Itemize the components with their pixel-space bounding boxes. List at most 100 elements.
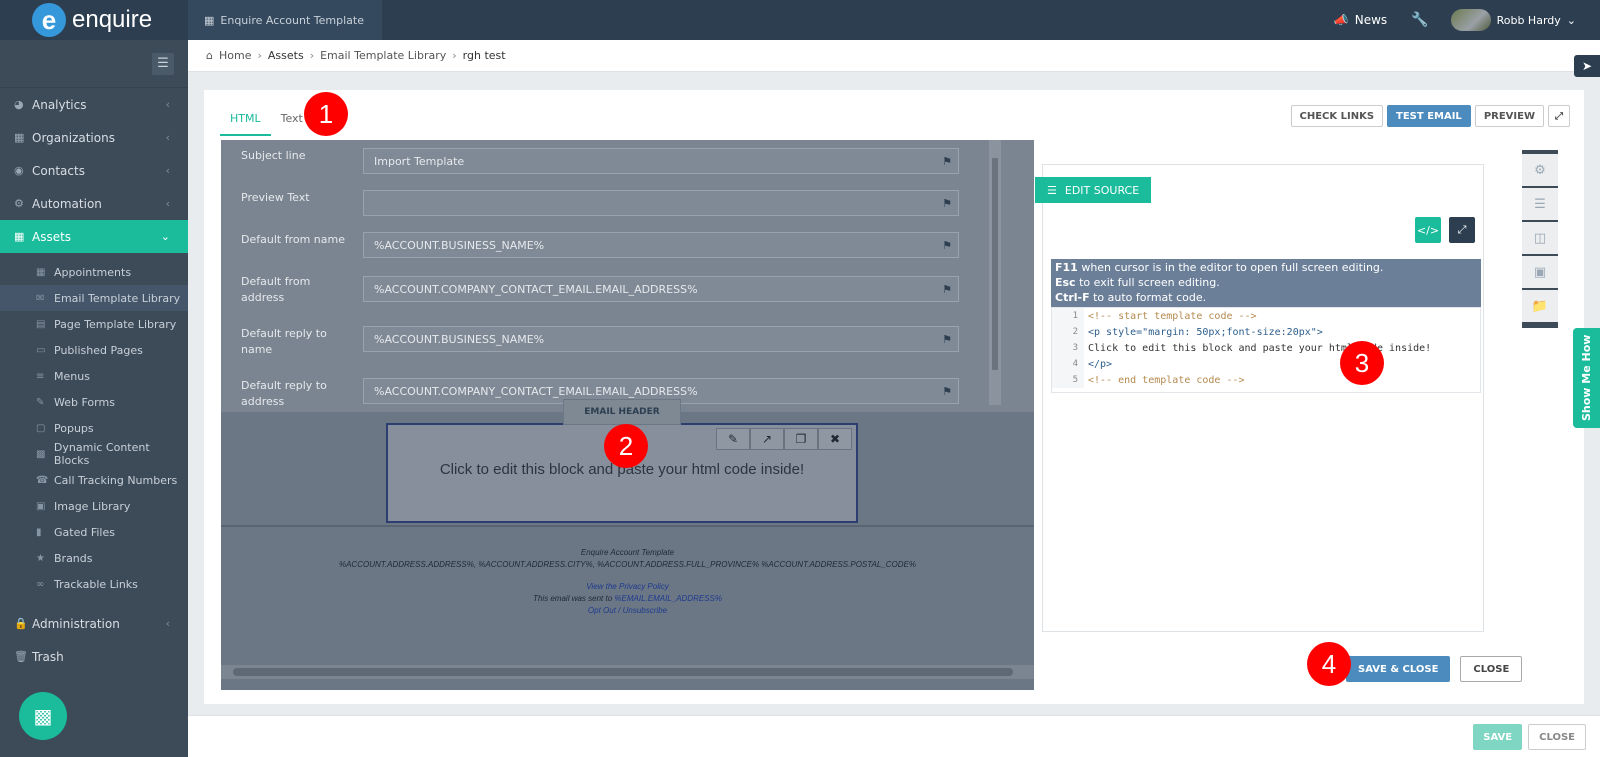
line-number: 1 [1052, 308, 1084, 324]
sidebar-subitem-menus[interactable]: ≡ Menus [0, 363, 188, 389]
sidebar-subitem-web-forms[interactable]: ✎ Web Forms [0, 389, 188, 415]
breadcrumb-home[interactable]: Home [219, 49, 251, 62]
tag-icon[interactable]: ⚑ [942, 283, 952, 296]
code-line: 4 </p> [1052, 356, 1480, 372]
opt-out-link[interactable]: Opt Out / Unsubscribe [221, 605, 1034, 617]
sidebar-subitem-image-library[interactable]: ▣ Image Library [0, 493, 188, 519]
close-button[interactable]: CLOSE [1528, 724, 1586, 750]
envelope-icon: ✉ [36, 292, 45, 304]
email-settings-form: Subject line Import Template ⚑ Preview Te… [221, 140, 1034, 412]
from-address-input[interactable]: %ACCOUNT.COMPANY_CONTACT_EMAIL.EMAIL_ADD… [363, 276, 959, 302]
breadcrumb-email-template-library[interactable]: Email Template Library [320, 49, 446, 62]
sidebar-subitem-published-pages[interactable]: ▭ Published Pages [0, 337, 188, 363]
from-name-input[interactable]: %ACCOUNT.BUSINESS_NAME% ⚑ [363, 232, 959, 258]
sidebar-subitem-label: Dynamic Content Blocks [53, 441, 150, 467]
privacy-policy-link[interactable]: View the Privacy Policy [221, 581, 1034, 593]
expand-icon[interactable]: ⤢ [1548, 105, 1570, 127]
sidebar-subitem-dynamic-content-blocks[interactable]: ▩ Dynamic Content Blocks [0, 441, 188, 467]
logo-text: enquire [72, 6, 153, 33]
hint-text: to exit full screen editing. [1075, 276, 1220, 289]
sliders-icon[interactable]: ☰ [1522, 188, 1558, 222]
sidebar-item-label: Contacts [32, 163, 85, 178]
close-editor-button[interactable]: CLOSE [1460, 656, 1523, 682]
breadcrumb-assets[interactable]: Assets [268, 49, 304, 62]
folder-icon[interactable]: 📁 [1522, 290, 1558, 324]
scrollbar-thumb[interactable] [233, 668, 1013, 676]
sidebar-subitem-call-tracking-numbers[interactable]: ☎ Call Tracking Numbers [0, 467, 188, 493]
blocks-icon: ▩ [36, 448, 46, 460]
show-me-how-button[interactable]: Show Me How [1573, 328, 1600, 428]
preview-button[interactable]: PREVIEW [1474, 105, 1544, 127]
logo[interactable]: e enquire [0, 0, 188, 40]
annotation-marker-4: 4 [1307, 642, 1351, 686]
tag-icon[interactable]: ⚑ [942, 385, 952, 398]
sidebar-item-organizations[interactable]: ▦ Organizations ‹ [0, 121, 188, 154]
breadcrumb-separator: › [452, 49, 457, 62]
code-line: 2 <p style="margin: 50px;font-size:20px"> [1052, 324, 1480, 340]
save-button[interactable]: SAVE [1473, 724, 1523, 750]
canvas-horizontal-scrollbar[interactable] [221, 665, 1034, 679]
code-text: </p> [1088, 358, 1113, 370]
star-icon: ★ [36, 552, 45, 564]
annotation-marker-1: 1 [304, 92, 348, 136]
pencil-icon[interactable]: ✎ [716, 428, 750, 450]
breadcrumb-separator: › [257, 49, 262, 62]
sidebar-item-trash[interactable]: 🗑 Trash [0, 640, 188, 673]
sidebar-subitem-label: Published Pages [54, 343, 143, 357]
sidebar-subitem-label: Page Template Library [54, 317, 177, 331]
sidebar-subitem-page-template-library[interactable]: ▤ Page Template Library [0, 311, 188, 337]
from-name-value: %ACCOUNT.BUSINESS_NAME% [374, 238, 545, 252]
collapse-panel-icon[interactable]: ➤ [1574, 55, 1600, 77]
tag-icon[interactable]: ⚑ [942, 333, 952, 346]
preview-text-input[interactable]: ⚑ [363, 190, 959, 216]
subject-line-input[interactable]: Import Template ⚑ [363, 148, 959, 174]
form-scrollbar[interactable] [989, 140, 1001, 405]
close-icon[interactable]: ✖ [818, 428, 852, 450]
edit-source-label: EDIT SOURCE [1064, 183, 1140, 197]
gear-icon[interactable]: ⚙ [1522, 154, 1558, 188]
news-link[interactable]: 📣 News [1334, 13, 1387, 27]
reply-to-name-input[interactable]: %ACCOUNT.BUSINESS_NAME% ⚑ [363, 326, 959, 352]
sidebar-item-label: Assets [32, 229, 72, 244]
from-address-label: Default from address [241, 275, 311, 304]
code-editor[interactable]: 1 <!-- start template code --> 2 <p style=… [1051, 307, 1481, 393]
sidebar-item-analytics[interactable]: ◕ Analytics ‹ [0, 88, 188, 121]
users-icon: ◉ [14, 164, 24, 177]
tag-icon[interactable]: ⚑ [942, 239, 952, 252]
external-link-icon[interactable]: ↗ [750, 428, 784, 450]
sliders-icon: ☰ [1047, 183, 1057, 197]
chat-bubble-icon[interactable]: ▩ [19, 692, 67, 740]
save-and-close-button[interactable]: SAVE & CLOSE [1346, 656, 1451, 682]
scrollbar-thumb[interactable] [992, 158, 998, 370]
editor-hints: F11 when cursor is in the editor to open… [1051, 259, 1481, 307]
copy-icon[interactable]: ❐ [784, 428, 818, 450]
sidebar-subitem-brands[interactable]: ★ Brands [0, 545, 188, 571]
sidebar-subitem-popups[interactable]: ▢ Popups [0, 415, 188, 441]
sidebar-subitem-trackable-links[interactable]: ∞ Trackable Links [0, 571, 188, 597]
test-email-button[interactable]: TEST EMAIL [1387, 105, 1471, 127]
sidebar-subitem-gated-files[interactable]: ▮ Gated Files [0, 519, 188, 545]
email-footer: Enquire Account Template %ACCOUNT.ADDRES… [221, 525, 1034, 635]
sidebar-subitem-appointments[interactable]: ▦ Appointments [0, 259, 188, 285]
sidebar-item-administration[interactable]: 🔒 Administration ‹ [0, 607, 188, 640]
code-view-icon[interactable]: </> [1415, 217, 1441, 243]
preview-text-label: Preview Text [241, 191, 310, 204]
user-menu[interactable]: Robb Hardy ⌄ [1450, 9, 1576, 31]
sidebar-item-contacts[interactable]: ◉ Contacts ‹ [0, 154, 188, 187]
wrench-icon[interactable]: 🔧 [1411, 12, 1428, 28]
sidebar-item-assets[interactable]: ▦ Assets ⌄ [0, 220, 188, 253]
tag-icon[interactable]: ⚑ [942, 155, 952, 168]
account-switcher[interactable]: ▦ Enquire Account Template [188, 0, 382, 40]
footer-sent-to: This email was sent to %EMAIL.EMAIL_ADDR… [221, 593, 1034, 605]
fullscreen-icon[interactable]: ⤢ [1449, 217, 1475, 243]
check-links-button[interactable]: CHECK LINKS [1290, 105, 1384, 127]
tab-html[interactable]: HTML [220, 104, 271, 136]
desktop-icon: ▭ [36, 344, 46, 356]
image-icon[interactable]: ▣ [1522, 256, 1558, 290]
hint-text: to auto format code. [1089, 291, 1207, 304]
sidebar-item-automation[interactable]: ⚙ Automation ‹ [0, 187, 188, 220]
menu-toggle-icon[interactable]: ☰ [152, 52, 174, 75]
sidebar-subitem-email-template-library[interactable]: ✉ Email Template Library [0, 285, 188, 311]
tag-icon[interactable]: ⚑ [942, 197, 952, 210]
columns-icon[interactable]: ◫ [1522, 222, 1558, 256]
